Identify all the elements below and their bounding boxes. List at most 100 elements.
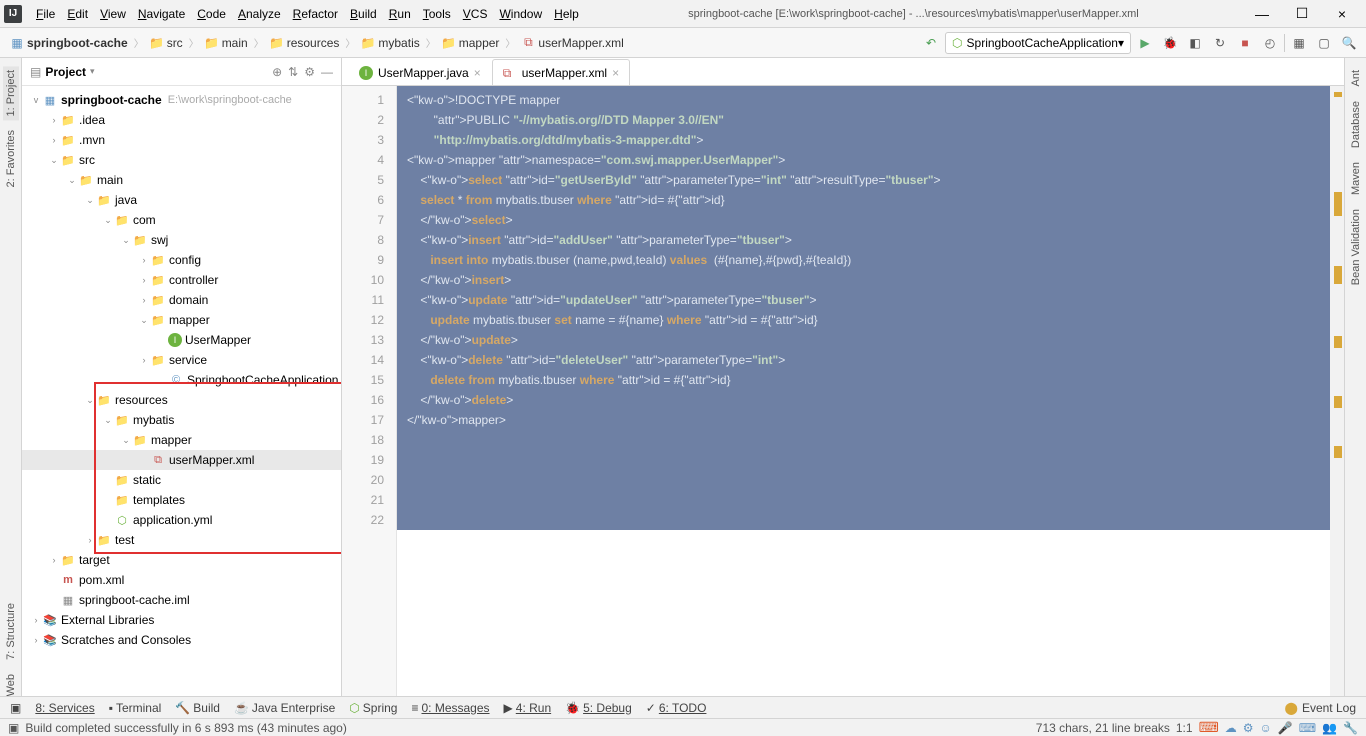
tree-item-UserMapper[interactable]: IUserMapper bbox=[22, 330, 341, 350]
tree-item--mvn[interactable]: ›📁.mvn bbox=[22, 130, 341, 150]
ant-tool-tab[interactable]: Ant bbox=[1348, 66, 1364, 91]
tree-item-src[interactable]: ⌄📁src bbox=[22, 150, 341, 170]
menu-window[interactable]: Window bbox=[493, 5, 548, 23]
tree-item-static[interactable]: 📁static bbox=[22, 470, 341, 490]
services-tab[interactable]: 8: Services bbox=[35, 701, 94, 715]
event-log-tab[interactable]: Event Log bbox=[1302, 701, 1356, 715]
project-tool-tab[interactable]: 1: Project bbox=[3, 66, 19, 120]
maven-tool-tab[interactable]: Maven bbox=[1348, 158, 1364, 199]
run-tab[interactable]: ▶ 4: Run bbox=[504, 701, 552, 715]
tree-item-mapper[interactable]: ⌄📁mapper bbox=[22, 310, 341, 330]
profile-button[interactable]: ◴ bbox=[1259, 32, 1281, 54]
messages-tab[interactable]: ≡ 0: Messages bbox=[411, 701, 489, 715]
status-icon[interactable]: ▣ bbox=[8, 721, 19, 735]
tree-item-SpringbootCacheApplication[interactable]: ©SpringbootCacheApplication bbox=[22, 370, 341, 390]
editor-tab-UserMapper-java[interactable]: IUserMapper.java× bbox=[348, 59, 492, 85]
users-icon[interactable]: 👥 bbox=[1322, 721, 1337, 735]
tree-item-pom-xml[interactable]: mpom.xml bbox=[22, 570, 341, 590]
tree-item-main[interactable]: ⌄📁main bbox=[22, 170, 341, 190]
tree-item-extLibs[interactable]: ›📚External Libraries bbox=[22, 610, 341, 630]
todo-tab[interactable]: ✓ 6: TODO bbox=[646, 701, 707, 715]
editor-tab-userMapper-xml[interactable]: ⧉userMapper.xml× bbox=[492, 59, 630, 85]
javaee-tab[interactable]: ☕ Java Enterprise bbox=[234, 701, 335, 715]
dropdown-icon[interactable]: ▾ bbox=[90, 66, 95, 77]
run-button[interactable]: ▶ bbox=[1134, 32, 1156, 54]
tree-item-templates[interactable]: 📁templates bbox=[22, 490, 341, 510]
window-minimize[interactable]: — bbox=[1242, 6, 1282, 22]
target-icon[interactable]: ⊕ bbox=[272, 65, 282, 79]
menu-vcs[interactable]: VCS bbox=[457, 5, 494, 23]
bean-validation-tool-tab[interactable]: Bean Validation bbox=[1348, 205, 1364, 289]
tree-root[interactable]: v▦springboot-cacheE:\work\springboot-cac… bbox=[22, 90, 341, 110]
hide-bottom-icon[interactable]: ▣ bbox=[10, 701, 21, 715]
run-configuration-dropdown[interactable]: ⬡ SpringbootCacheApplication ▾ bbox=[945, 32, 1131, 54]
tree-item-swj[interactable]: ⌄📁swj bbox=[22, 230, 341, 250]
tree-item-scratches[interactable]: ›📚Scratches and Consoles bbox=[22, 630, 341, 650]
tree-item-domain[interactable]: ›📁domain bbox=[22, 290, 341, 310]
layout-button[interactable]: ▦ bbox=[1288, 32, 1310, 54]
rerun-button[interactable]: ↻ bbox=[1209, 32, 1231, 54]
favorites-tool-tab[interactable]: 2: Favorites bbox=[3, 126, 19, 191]
search-button[interactable]: 🔍 bbox=[1338, 32, 1360, 54]
project-tree[interactable]: v▦springboot-cacheE:\work\springboot-cac… bbox=[22, 86, 341, 700]
database-tool-tab[interactable]: Database bbox=[1348, 97, 1364, 152]
debug-button[interactable]: 🐞 bbox=[1159, 32, 1181, 54]
project-panel-title[interactable]: Project bbox=[45, 65, 86, 79]
tree-item-config[interactable]: ›📁config bbox=[22, 250, 341, 270]
tree-item-target[interactable]: ›📁target bbox=[22, 550, 341, 570]
back-icon[interactable]: ↶ bbox=[920, 32, 942, 54]
breadcrumb-segment[interactable]: 📁src bbox=[146, 36, 187, 50]
smiley-icon[interactable]: ☺ bbox=[1260, 721, 1272, 735]
menu-code[interactable]: Code bbox=[191, 5, 232, 23]
menu-tools[interactable]: Tools bbox=[417, 5, 457, 23]
settings-icon[interactable]: ⚙ bbox=[304, 65, 315, 79]
mic-icon[interactable]: 🎤 bbox=[1278, 721, 1293, 735]
breadcrumb-segment[interactable]: 📁resources bbox=[266, 36, 344, 50]
tree-item--idea[interactable]: ›📁.idea bbox=[22, 110, 341, 130]
menu-help[interactable]: Help bbox=[548, 5, 585, 23]
cloud-icon[interactable]: ☁ bbox=[1225, 721, 1237, 735]
stop-button[interactable]: ■ bbox=[1234, 32, 1256, 54]
settings-icon[interactable]: ⚙ bbox=[1243, 721, 1254, 735]
menu-refactor[interactable]: Refactor bbox=[287, 5, 344, 23]
terminal-tab[interactable]: ▪ Terminal bbox=[109, 701, 162, 715]
tree-item-application-yml[interactable]: ⬡application.yml bbox=[22, 510, 341, 530]
tree-item-resources[interactable]: ⌄📁resources bbox=[22, 390, 341, 410]
keyboard-icon[interactable]: ⌨ bbox=[1299, 721, 1316, 735]
window-maximize[interactable]: ☐ bbox=[1282, 5, 1322, 22]
code-editor[interactable]: 12345678910111213141516171819202122 <"kw… bbox=[342, 86, 1344, 700]
spring-tab[interactable]: ⬡ Spring bbox=[349, 701, 397, 715]
tree-item-mybatis[interactable]: ⌄📁mybatis bbox=[22, 410, 341, 430]
breadcrumb-segment[interactable]: 📁main bbox=[201, 36, 252, 50]
expand-icon[interactable]: ⇅ bbox=[288, 65, 298, 79]
collapse-icon[interactable]: — bbox=[321, 65, 333, 79]
close-icon[interactable]: × bbox=[474, 66, 481, 80]
menu-file[interactable]: File bbox=[30, 5, 61, 23]
tree-item-com[interactable]: ⌄📁com bbox=[22, 210, 341, 230]
menu-navigate[interactable]: Navigate bbox=[132, 5, 191, 23]
tree-item-mapper[interactable]: ⌄📁mapper bbox=[22, 430, 341, 450]
close-icon[interactable]: × bbox=[612, 66, 619, 80]
window-button[interactable]: ▢ bbox=[1313, 32, 1335, 54]
tree-item-test[interactable]: ›📁test bbox=[22, 530, 341, 550]
structure-tool-tab[interactable]: 7: Structure bbox=[3, 599, 19, 664]
debug-tab[interactable]: 🐞 5: Debug bbox=[565, 701, 632, 715]
coverage-button[interactable]: ◧ bbox=[1184, 32, 1206, 54]
menu-analyze[interactable]: Analyze bbox=[232, 5, 287, 23]
tree-item-userMapper-xml[interactable]: ⧉userMapper.xml bbox=[22, 450, 341, 470]
breadcrumb-segment[interactable]: ▦springboot-cache bbox=[6, 36, 132, 50]
menu-build[interactable]: Build bbox=[344, 5, 383, 23]
window-close[interactable]: × bbox=[1322, 6, 1362, 22]
breadcrumb-segment[interactable]: 📁mapper bbox=[438, 36, 504, 50]
menu-view[interactable]: View bbox=[94, 5, 132, 23]
tree-item-java[interactable]: ⌄📁java bbox=[22, 190, 341, 210]
tree-item-springboot-cache-iml[interactable]: ▦springboot-cache.iml bbox=[22, 590, 341, 610]
breadcrumb-segment[interactable]: ⧉userMapper.xml bbox=[517, 36, 627, 50]
tree-item-controller[interactable]: ›📁controller bbox=[22, 270, 341, 290]
menu-run[interactable]: Run bbox=[383, 5, 417, 23]
tree-item-service[interactable]: ›📁service bbox=[22, 350, 341, 370]
build-tab[interactable]: 🔨 Build bbox=[175, 701, 220, 715]
menu-edit[interactable]: Edit bbox=[61, 5, 94, 23]
breadcrumb-segment[interactable]: 📁mybatis bbox=[357, 36, 423, 50]
tools-icon[interactable]: 🔧 bbox=[1343, 721, 1358, 735]
